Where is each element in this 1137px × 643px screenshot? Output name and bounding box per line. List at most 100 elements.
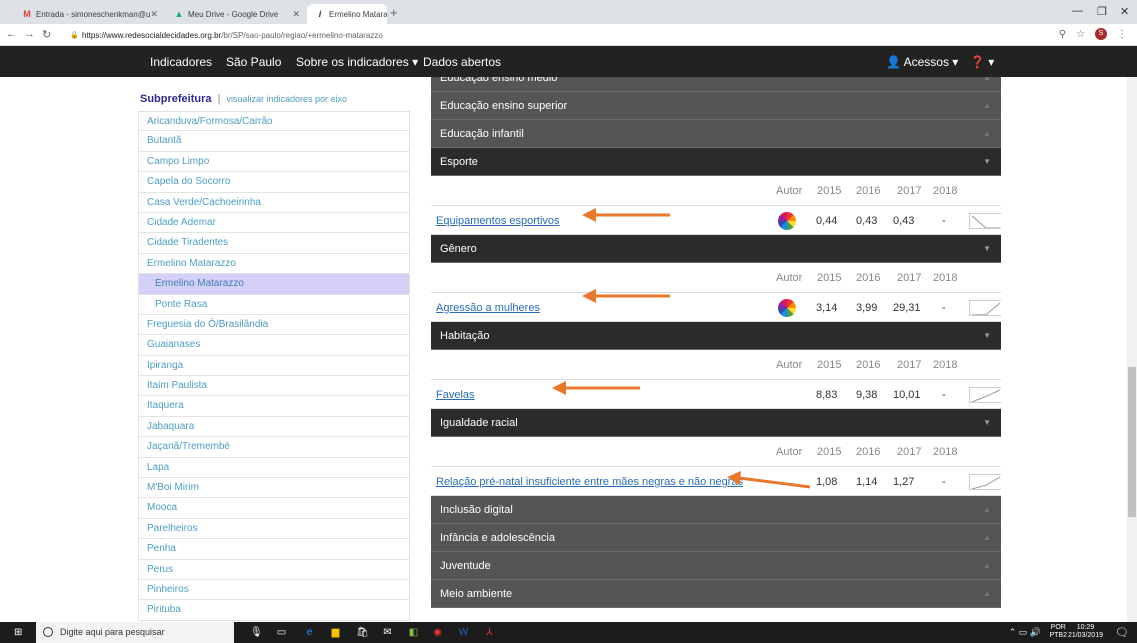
app-icon[interactable]: ◧ — [408, 627, 419, 638]
sidebar-item[interactable]: Ermelino Matarazzo — [138, 274, 410, 295]
tab-gmail[interactable]: M Entrada - simoneschenkman@u ✕ — [14, 4, 164, 24]
sparkline-chart[interactable] — [969, 474, 1001, 490]
nav-sobre-indicadores[interactable]: Sobre os indicadores ▾ — [296, 55, 418, 69]
sparkline-chart[interactable] — [969, 300, 1001, 316]
indicator-link[interactable]: Equipamentos esportivos — [436, 215, 560, 227]
indicator-link[interactable]: Relação pré-natal insuficiente entre mãe… — [436, 476, 743, 488]
category-header[interactable]: Esporte ▼ — [431, 148, 1001, 176]
chevron-up-icon[interactable]: ▲ — [983, 580, 991, 608]
tab-active-site[interactable]: i Ermelino Matarazzo - São Paulo — [307, 4, 387, 24]
sidebar-item[interactable]: Parelheiros — [138, 518, 410, 540]
new-tab-icon[interactable]: + — [390, 6, 398, 19]
chevron-down-icon[interactable]: ▼ — [983, 148, 991, 176]
chevron-up-icon[interactable]: ▲ — [983, 524, 991, 552]
close-tab-icon[interactable]: ✕ — [150, 9, 158, 20]
chevron-down-icon[interactable]: ▼ — [983, 409, 991, 437]
category-header[interactable]: Igualdade racial ▼ — [431, 409, 1001, 437]
view-by-axis-link[interactable]: visualizar indicadores por eixo — [227, 94, 348, 104]
sparkline-chart[interactable] — [969, 213, 1001, 229]
scrollbar-thumb[interactable] — [1128, 367, 1136, 517]
sidebar-item[interactable]: Casa Verde/Cachoeirinha — [138, 192, 410, 213]
clock[interactable]: 10:29 21/03/2019 — [1068, 624, 1103, 640]
microphone-icon[interactable]: 🎙 — [250, 627, 263, 638]
zoom-icon[interactable]: ⚲ — [1059, 29, 1066, 40]
mail-icon[interactable]: ✉ — [382, 627, 393, 638]
sidebar-item[interactable]: Ermelino Matarazzo — [138, 253, 410, 275]
author-logo-icon[interactable] — [778, 299, 796, 317]
back-icon[interactable]: ← — [6, 28, 17, 40]
category-header[interactable]: Juventude ▲ — [431, 552, 1001, 580]
notifications-icon[interactable]: 🗨 — [1115, 626, 1129, 639]
acrobat-icon[interactable]: ⅄ — [484, 627, 495, 638]
sidebar-item[interactable]: Freguesia do Ó/Brasilândia — [138, 314, 410, 336]
sidebar-item[interactable]: Lapa — [138, 457, 410, 479]
sidebar-item[interactable]: Jaçanã/Tremembé — [138, 437, 410, 458]
bookmark-star-icon[interactable]: ☆ — [1076, 29, 1085, 40]
nav-acessos[interactable]: 👤 Acessos ▾ — [886, 55, 958, 69]
word-icon[interactable]: W — [458, 627, 469, 638]
chevron-up-icon[interactable]: ▲ — [983, 120, 991, 148]
category-header[interactable]: Gênero ▼ — [431, 235, 1001, 263]
sidebar-item[interactable]: Ipiranga — [138, 355, 410, 377]
category-header[interactable]: Educação ensino médio ▲ — [431, 77, 1001, 92]
chevron-up-icon[interactable]: ▲ — [983, 552, 991, 580]
edge-icon[interactable]: e — [304, 627, 315, 638]
sidebar-item[interactable]: Jabaquara — [138, 416, 410, 438]
system-tray-icons[interactable]: ⌃ ▭ 🔊 — [1009, 627, 1041, 638]
chevron-up-icon[interactable]: ▲ — [983, 496, 991, 524]
chevron-up-icon[interactable]: ▲ — [983, 77, 991, 92]
sidebar-item[interactable]: Pinheiros — [138, 579, 410, 601]
close-tab-icon[interactable]: ✕ — [292, 9, 300, 20]
sidebar-item[interactable]: Guaianases — [138, 335, 410, 356]
category-header[interactable]: Infância e adolescência ▲ — [431, 524, 1001, 552]
restore-icon[interactable]: ❐ — [1097, 5, 1107, 18]
sidebar-item[interactable]: Cidade Ademar — [138, 212, 410, 234]
reload-icon[interactable]: ↻ — [42, 28, 51, 41]
taskbar-search[interactable]: Digite aqui para pesquisar — [36, 622, 234, 643]
windows-start-icon[interactable]: ⊞ — [14, 627, 22, 638]
forward-icon[interactable]: → — [24, 28, 35, 40]
chevron-down-icon[interactable]: ▼ — [983, 322, 991, 350]
sidebar-item[interactable]: Mooca — [138, 498, 410, 519]
minimize-icon[interactable]: — — [1072, 5, 1083, 17]
menu-kebab-icon[interactable]: ⋮ — [1117, 29, 1127, 40]
category-header[interactable]: Educação infantil ▲ — [431, 120, 1001, 148]
sidebar-item[interactable]: Pirituba — [138, 600, 410, 621]
file-explorer-icon[interactable]: ▆ — [330, 627, 341, 638]
indicator-link[interactable]: Favelas — [436, 389, 475, 401]
tab-drive[interactable]: ▲ Meu Drive - Google Drive ✕ — [166, 4, 306, 24]
sparkline-chart[interactable] — [969, 387, 1001, 403]
sidebar-item[interactable]: Penha — [138, 539, 410, 560]
nav-dados-abertos[interactable]: Dados abertos — [423, 55, 501, 69]
chevron-down-icon[interactable]: ▼ — [983, 235, 991, 263]
sidebar-item[interactable]: Itaim Paulista — [138, 376, 410, 397]
sidebar-item[interactable]: M'Boi Mirim — [138, 478, 410, 499]
category-header[interactable]: Meio ambiente ▲ — [431, 580, 1001, 608]
chevron-up-icon[interactable]: ▲ — [983, 92, 991, 120]
url-field[interactable]: 🔒 https://www.redesocialdecidades.org.br… — [70, 27, 1050, 43]
sidebar-item[interactable]: Campo Limpo — [138, 151, 410, 173]
sidebar-item[interactable]: Cidade Tiradentes — [138, 233, 410, 254]
sidebar-item[interactable]: Butantã — [138, 131, 410, 152]
nav-help[interactable]: ❓ ▾ — [970, 55, 994, 69]
sidebar-item[interactable]: Ponte Rasa — [138, 294, 410, 315]
avatar[interactable]: S — [1095, 28, 1107, 40]
store-icon[interactable]: 🛍 — [356, 627, 369, 638]
sidebar-item[interactable]: Aricanduva/Formosa/Carrão — [138, 111, 410, 132]
sidebar-item[interactable]: Perus — [138, 559, 410, 580]
chrome-icon[interactable]: ◉ — [432, 627, 443, 638]
close-window-icon[interactable]: ✕ — [1120, 5, 1129, 18]
task-view-icon[interactable]: ▭ — [276, 627, 287, 638]
author-logo-icon[interactable] — [778, 212, 796, 230]
indicator-link[interactable]: Agressão a mulheres — [436, 302, 540, 314]
nav-indicadores[interactable]: Indicadores — [150, 55, 212, 69]
category-header[interactable]: Educação ensino superior ▲ — [431, 92, 1001, 120]
category-header[interactable]: Inclusão digital ▲ — [431, 496, 1001, 524]
site-icon: i — [318, 9, 322, 19]
nav-sao-paulo[interactable]: São Paulo — [226, 55, 281, 69]
sidebar-item[interactable]: Capela do Socorro — [138, 172, 410, 193]
language-indicator[interactable]: POR PTB2 — [1049, 624, 1067, 640]
page-scrollbar[interactable] — [1127, 77, 1137, 622]
sidebar-item[interactable]: Itaquera — [138, 396, 410, 417]
category-header[interactable]: Habitação ▼ — [431, 322, 1001, 350]
